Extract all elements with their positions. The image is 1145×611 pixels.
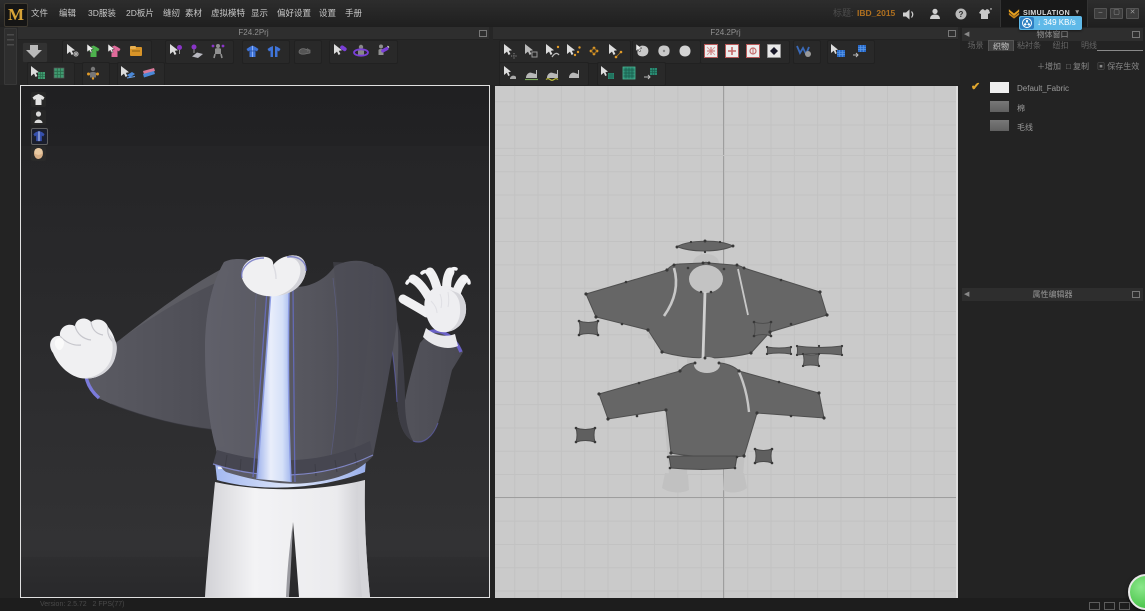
svg-text:?: ?	[959, 10, 964, 19]
svg-text:*: *	[990, 8, 992, 14]
